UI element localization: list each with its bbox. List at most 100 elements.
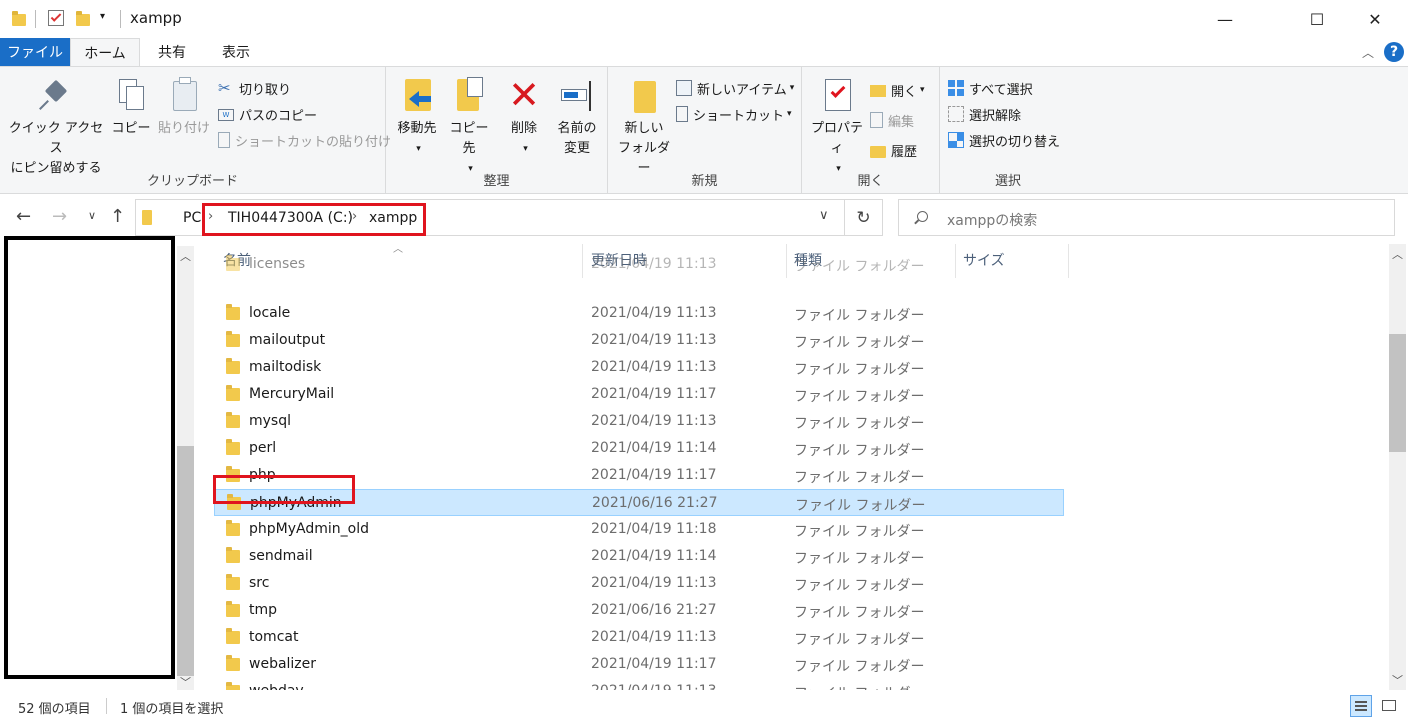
file-row[interactable]: mailoutput 2021/04/19 11:13 ファイル フォルダー [214, 327, 1064, 354]
refresh-icon[interactable]: ↻ [845, 199, 883, 236]
address-dropdown-icon[interactable]: ∨ [819, 208, 829, 223]
easy-access-button[interactable]: ショートカット ▾ [676, 103, 792, 125]
close-button[interactable]: ✕ [1352, 0, 1398, 38]
scroll-down-icon[interactable]: ﹀ [177, 674, 194, 690]
file-row[interactable]: webalizer 2021/04/19 11:17 ファイル フォルダー [214, 651, 1064, 678]
scroll-down-icon[interactable]: ﹀ [1389, 672, 1406, 688]
file-type: ファイル フォルダー [794, 683, 924, 690]
file-row[interactable]: tomcat 2021/04/19 11:13 ファイル フォルダー [214, 624, 1064, 651]
navigation-pane-scrollbar[interactable]: ︿ ﹀ [177, 246, 194, 690]
file-row[interactable]: src 2021/04/19 11:13 ファイル フォルダー [214, 570, 1064, 597]
pin-quick-access-button[interactable]: クイック アクセス にピン留めする [6, 75, 106, 179]
clipboard-icon [166, 75, 202, 115]
recent-locations-chevron-icon[interactable]: ∨ [88, 209, 96, 222]
new-item-icon [676, 80, 692, 96]
select-all-button[interactable]: すべて選択 [948, 77, 1033, 99]
search-box[interactable]: xamppの検索 [898, 199, 1395, 236]
file-row[interactable]: phpMyAdmin_old 2021/04/19 11:18 ファイル フォルダー [214, 516, 1064, 543]
file-type: ファイル フォルダー [794, 632, 925, 648]
file-name[interactable]: mailoutput [249, 332, 325, 348]
file-date: 2021/04/19 11:13 [591, 359, 717, 375]
scrollbar-thumb[interactable] [177, 446, 194, 676]
divider [106, 698, 107, 714]
file-type: ファイル フォルダー [794, 362, 925, 378]
properties-quick-icon[interactable] [48, 10, 64, 26]
file-name[interactable]: mailtodisk [249, 359, 321, 375]
paste-shortcut-icon [218, 132, 230, 148]
clipboard-group-label: クリップボード [146, 174, 238, 189]
copy-button[interactable]: コピー [110, 75, 152, 139]
scroll-up-icon[interactable]: ︿ [1389, 246, 1406, 262]
file-row[interactable]: tmp 2021/06/16 21:27 ファイル フォルダー [214, 597, 1064, 624]
file-row[interactable]: licenses 2021/04/19 11:13 ファイル フォルダー [214, 251, 1064, 271]
cut-button[interactable]: ✂ 切り取り [218, 77, 291, 99]
breadcrumb-pc[interactable]: PC [183, 210, 201, 226]
scroll-up-icon[interactable]: ︿ [177, 248, 194, 264]
help-icon[interactable]: ? [1384, 42, 1404, 62]
file-name[interactable]: mysql [249, 413, 291, 429]
select-none-button[interactable]: 選択解除 [948, 103, 1021, 125]
file-row[interactable]: mysql 2021/04/19 11:13 ファイル フォルダー [214, 408, 1064, 435]
edit-button[interactable]: 編集 [870, 109, 914, 131]
maximize-button[interactable]: ☐ [1294, 0, 1340, 38]
move-to-button[interactable]: 移動先 ▾ [392, 75, 442, 159]
file-type: ファイル フォルダー [794, 416, 925, 432]
file-row[interactable]: mailtodisk 2021/04/19 11:13 ファイル フォルダー [214, 354, 1064, 381]
file-name[interactable]: perl [249, 440, 276, 456]
file-name[interactable]: webalizer [249, 656, 316, 672]
paste-button[interactable]: 貼り付け [156, 75, 212, 139]
open-button[interactable]: 開く ▾ [870, 79, 925, 101]
rename-button[interactable]: 名前の 変更 [550, 75, 604, 159]
file-date: 2021/04/19 11:17 [591, 656, 717, 672]
organize-group: 移動先 ▾ コピー先 ▾ ✕ 削除 ▾ 名前の 変更 整理 [386, 67, 608, 193]
up-arrow-icon[interactable]: ↑ [110, 206, 125, 227]
folder-icon [226, 358, 240, 374]
file-name[interactable]: src [249, 575, 269, 591]
invert-selection-button[interactable]: 選択の切り替え [948, 129, 1060, 151]
back-arrow-icon[interactable]: ← [16, 206, 31, 227]
minimize-button[interactable]: — [1202, 0, 1248, 38]
file-date: 2021/06/16 21:27 [592, 495, 718, 511]
file-row[interactable]: locale 2021/04/19 11:13 ファイル フォルダー [214, 300, 1064, 327]
search-input[interactable]: xamppの検索 [947, 210, 1037, 230]
large-icons-view-icon[interactable] [1378, 695, 1400, 717]
file-name[interactable]: sendmail [249, 548, 313, 564]
file-date: 2021/04/19 11:17 [591, 467, 717, 483]
tab-view[interactable]: 表示 [204, 38, 268, 66]
file-name[interactable]: tmp [249, 602, 277, 618]
delete-button[interactable]: ✕ 削除 ▾ [500, 75, 548, 159]
file-name[interactable]: MercuryMail [249, 386, 334, 402]
customize-quick-access-icon[interactable]: ▾ [100, 11, 105, 22]
scrollbar-thumb[interactable] [1389, 334, 1406, 452]
tab-share[interactable]: 共有 [140, 38, 204, 66]
tab-home[interactable]: ホーム [70, 38, 140, 67]
folder-icon [142, 210, 152, 225]
forward-arrow-icon[interactable]: → [52, 206, 67, 227]
new-folder-button[interactable]: 新しい フォルダー [612, 75, 676, 179]
column-divider[interactable] [1068, 244, 1069, 278]
file-list-scrollbar[interactable]: ︿ ﹀ [1389, 244, 1406, 690]
properties-button[interactable]: プロパティ ▾ [806, 75, 868, 179]
file-date: 2021/04/19 11:13 [591, 413, 717, 429]
properties-icon [819, 75, 855, 115]
copy-path-button[interactable]: W パスのコピー [218, 103, 317, 125]
new-item-button[interactable]: 新しいアイテム ▾ [676, 77, 794, 99]
file-name[interactable]: licenses [249, 256, 305, 271]
ribbon-collapse-icon[interactable]: ︿ [1362, 44, 1374, 61]
copy-to-button[interactable]: コピー先 ▾ [444, 75, 494, 179]
file-row[interactable]: webdav 2021/04/19 11:13 ファイル フォルダー [214, 678, 1064, 690]
file-name[interactable]: tomcat [249, 629, 298, 645]
new-folder-quick-icon[interactable] [76, 11, 90, 26]
details-view-icon[interactable] [1350, 695, 1372, 717]
redacted-area [4, 236, 175, 679]
file-row[interactable]: MercuryMail 2021/04/19 11:17 ファイル フォルダー [214, 381, 1064, 408]
paste-shortcut-button[interactable]: ショートカットの貼り付け [218, 129, 391, 151]
file-row[interactable]: sendmail 2021/04/19 11:14 ファイル フォルダー [214, 543, 1064, 570]
history-button[interactable]: 履歴 [870, 139, 917, 161]
file-name[interactable]: locale [249, 305, 290, 321]
file-row[interactable]: perl 2021/04/19 11:14 ファイル フォルダー [214, 435, 1064, 462]
file-name[interactable]: phpMyAdmin_old [249, 521, 369, 537]
file-name[interactable]: webdav [249, 683, 304, 690]
file-date: 2021/04/19 11:14 [591, 440, 717, 456]
tab-file[interactable]: ファイル [0, 38, 70, 66]
